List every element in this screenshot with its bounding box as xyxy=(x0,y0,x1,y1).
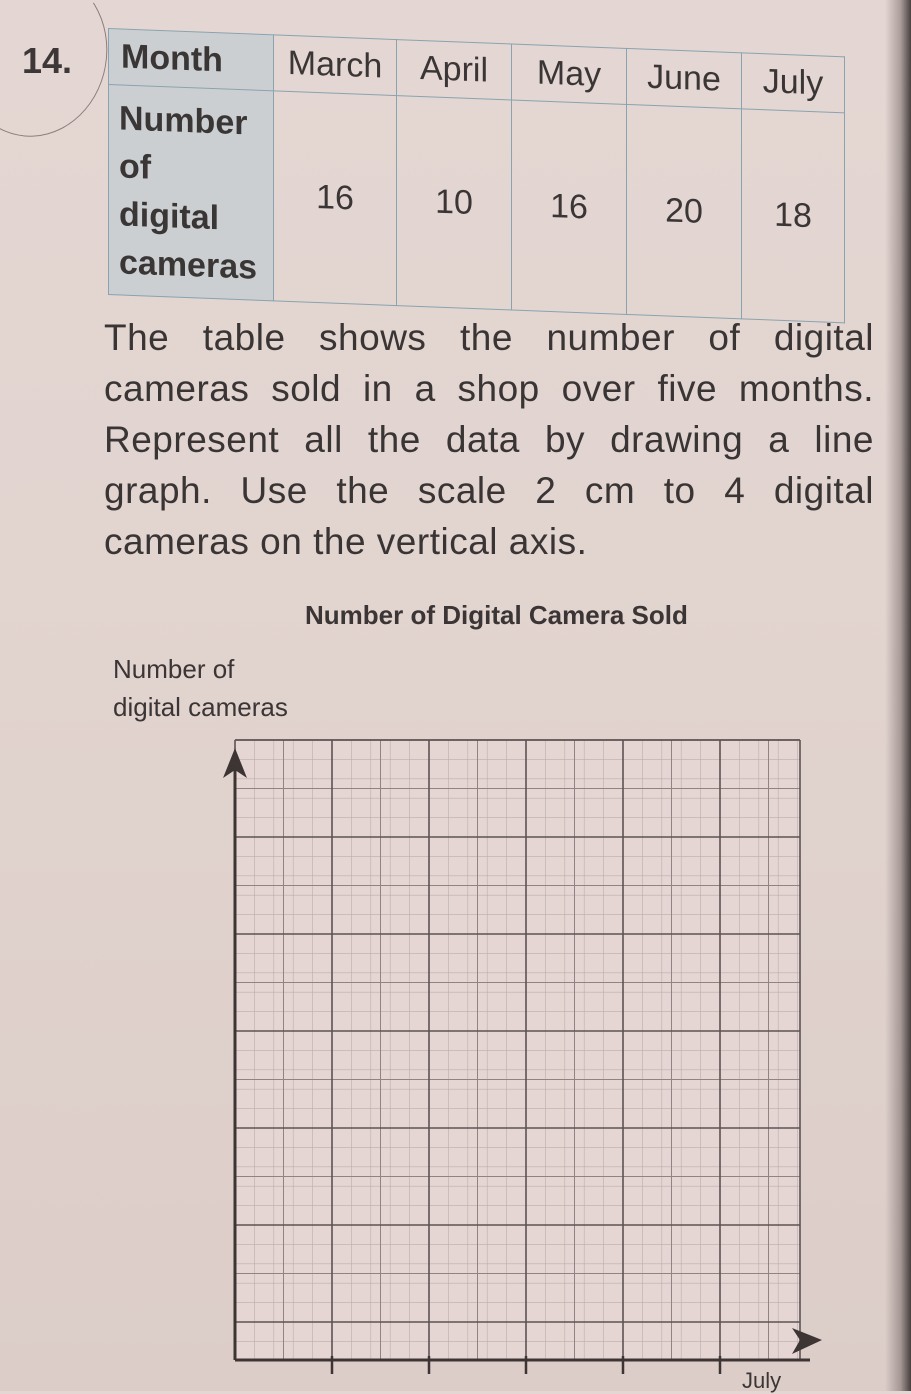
minor-grid xyxy=(234,739,800,1360)
x-axis-month-label: July xyxy=(742,1368,782,1393)
grid-background xyxy=(235,740,800,1360)
graph-paper[interactable] xyxy=(0,0,911,1391)
